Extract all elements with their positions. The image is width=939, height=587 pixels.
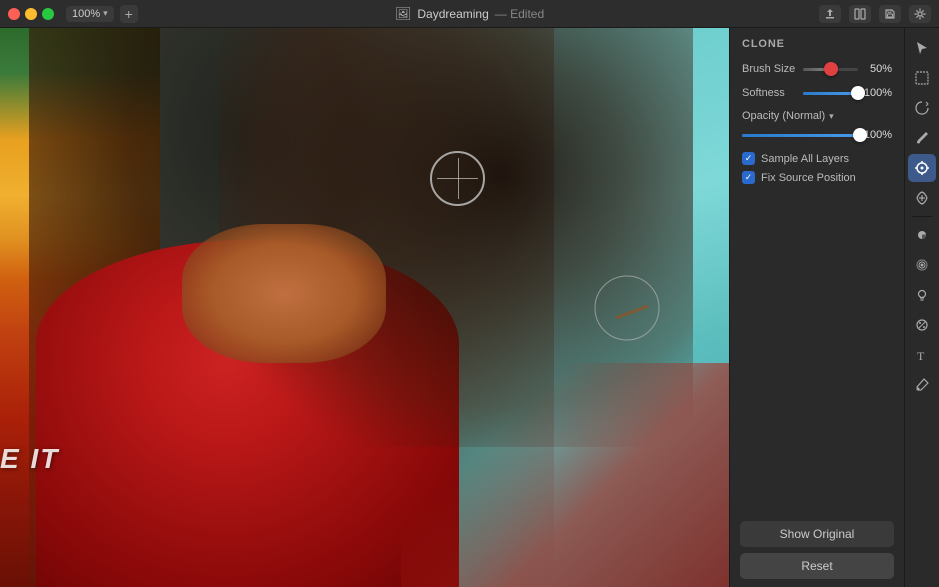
titlebar: 100% ▾ + 🖼 Daydreaming — Edited: [0, 0, 939, 28]
selection-tool-button[interactable]: [908, 64, 936, 92]
softness-row: Softness 100%: [742, 86, 892, 100]
add-tab-button[interactable]: +: [120, 5, 138, 23]
effects-button[interactable]: [908, 311, 936, 339]
softness-track: [803, 92, 858, 95]
brush-size-label: Brush Size: [742, 63, 797, 75]
tools-divider: [912, 216, 932, 217]
checkmark-icon-2: ✓: [745, 173, 753, 182]
opacity-thumb[interactable]: [853, 128, 867, 142]
softness-fill: [803, 92, 858, 95]
close-button[interactable]: [8, 8, 20, 20]
maximize-button[interactable]: [42, 8, 54, 20]
sample-all-layers-checkbox[interactable]: ✓: [742, 152, 755, 165]
titlebar-right: [819, 5, 931, 23]
main-content: E IT CLONE Brush Size: [0, 28, 939, 587]
shoulder: [182, 224, 386, 364]
photo-canvas: E IT: [0, 28, 729, 587]
save-button[interactable]: [879, 5, 901, 23]
brush-size-row: Brush Size 50%: [742, 62, 892, 76]
fix-source-position-label: Fix Source Position: [761, 172, 856, 184]
opacity-track: [742, 134, 860, 137]
svg-text:T: T: [917, 349, 925, 363]
controls-inner: CLONE Brush Size 50% Softness: [730, 28, 904, 513]
opacity-fill: [742, 134, 860, 137]
show-original-button[interactable]: Show Original: [740, 521, 894, 547]
softness-thumb[interactable]: [851, 86, 865, 100]
clone-tool-button[interactable]: [908, 154, 936, 182]
titlebar-center: 🖼 Daydreaming — Edited: [395, 6, 544, 22]
brush-size-track: [803, 68, 858, 71]
reset-button[interactable]: Reset: [740, 553, 894, 579]
settings-button[interactable]: [909, 5, 931, 23]
document-icon: 🖼: [395, 6, 412, 22]
sample-all-layers-row: ✓ Sample All Layers: [742, 152, 892, 165]
controls-panel: CLONE Brush Size 50% Softness: [729, 28, 904, 587]
brush-size-value: 50%: [864, 63, 892, 75]
softness-value: 100%: [864, 87, 892, 99]
share-button[interactable]: [819, 5, 841, 23]
right-stripe: [401, 363, 729, 587]
section-title: CLONE: [742, 38, 892, 50]
softness-slider[interactable]: [803, 86, 858, 100]
opacity-row: Opacity (Normal) ▾ 100%: [742, 110, 892, 142]
opacity-dropdown-icon[interactable]: ▾: [829, 111, 834, 122]
cursor-tool-button[interactable]: [908, 34, 936, 62]
checkmark-icon: ✓: [745, 154, 753, 163]
bottom-buttons: Show Original Reset: [730, 513, 904, 587]
sample-all-layers-label: Sample All Layers: [761, 153, 849, 165]
titlebar-left: 100% ▾ +: [8, 5, 138, 23]
blur-tool-button[interactable]: [908, 251, 936, 279]
text-tool-button[interactable]: T: [908, 341, 936, 369]
dodge-burn-button[interactable]: [908, 221, 936, 249]
tools-sidebar: T: [904, 28, 939, 587]
adjustments-button[interactable]: [908, 281, 936, 309]
healing-tool-button[interactable]: [908, 184, 936, 212]
opacity-slider[interactable]: [742, 128, 860, 142]
fix-source-position-checkbox[interactable]: ✓: [742, 171, 755, 184]
document-status: — Edited: [495, 7, 544, 21]
canvas-area[interactable]: E IT: [0, 28, 729, 587]
minimize-button[interactable]: [25, 8, 37, 20]
softness-label: Softness: [742, 87, 797, 99]
document-title: Daydreaming: [417, 7, 488, 21]
opacity-value: 100%: [864, 129, 892, 141]
smart-selection-button[interactable]: [908, 94, 936, 122]
eyedropper-button[interactable]: [908, 371, 936, 399]
fix-source-position-row: ✓ Fix Source Position: [742, 171, 892, 184]
zoom-value: 100%: [72, 8, 100, 20]
brush-tool-button[interactable]: [908, 124, 936, 152]
brush-size-slider[interactable]: [803, 62, 858, 76]
brush-size-thumb[interactable]: [824, 62, 838, 76]
zoom-chevron-icon: ▾: [103, 8, 108, 19]
opacity-label-container: Opacity (Normal) ▾: [742, 110, 892, 122]
checkboxes-section: ✓ Sample All Layers ✓ Fix Source Positio…: [742, 152, 892, 184]
background-text: E IT: [0, 443, 59, 475]
zoom-control[interactable]: 100% ▾: [66, 6, 114, 22]
opacity-label: Opacity (Normal): [742, 110, 825, 122]
traffic-lights: [8, 8, 54, 20]
crop-button[interactable]: [849, 5, 871, 23]
